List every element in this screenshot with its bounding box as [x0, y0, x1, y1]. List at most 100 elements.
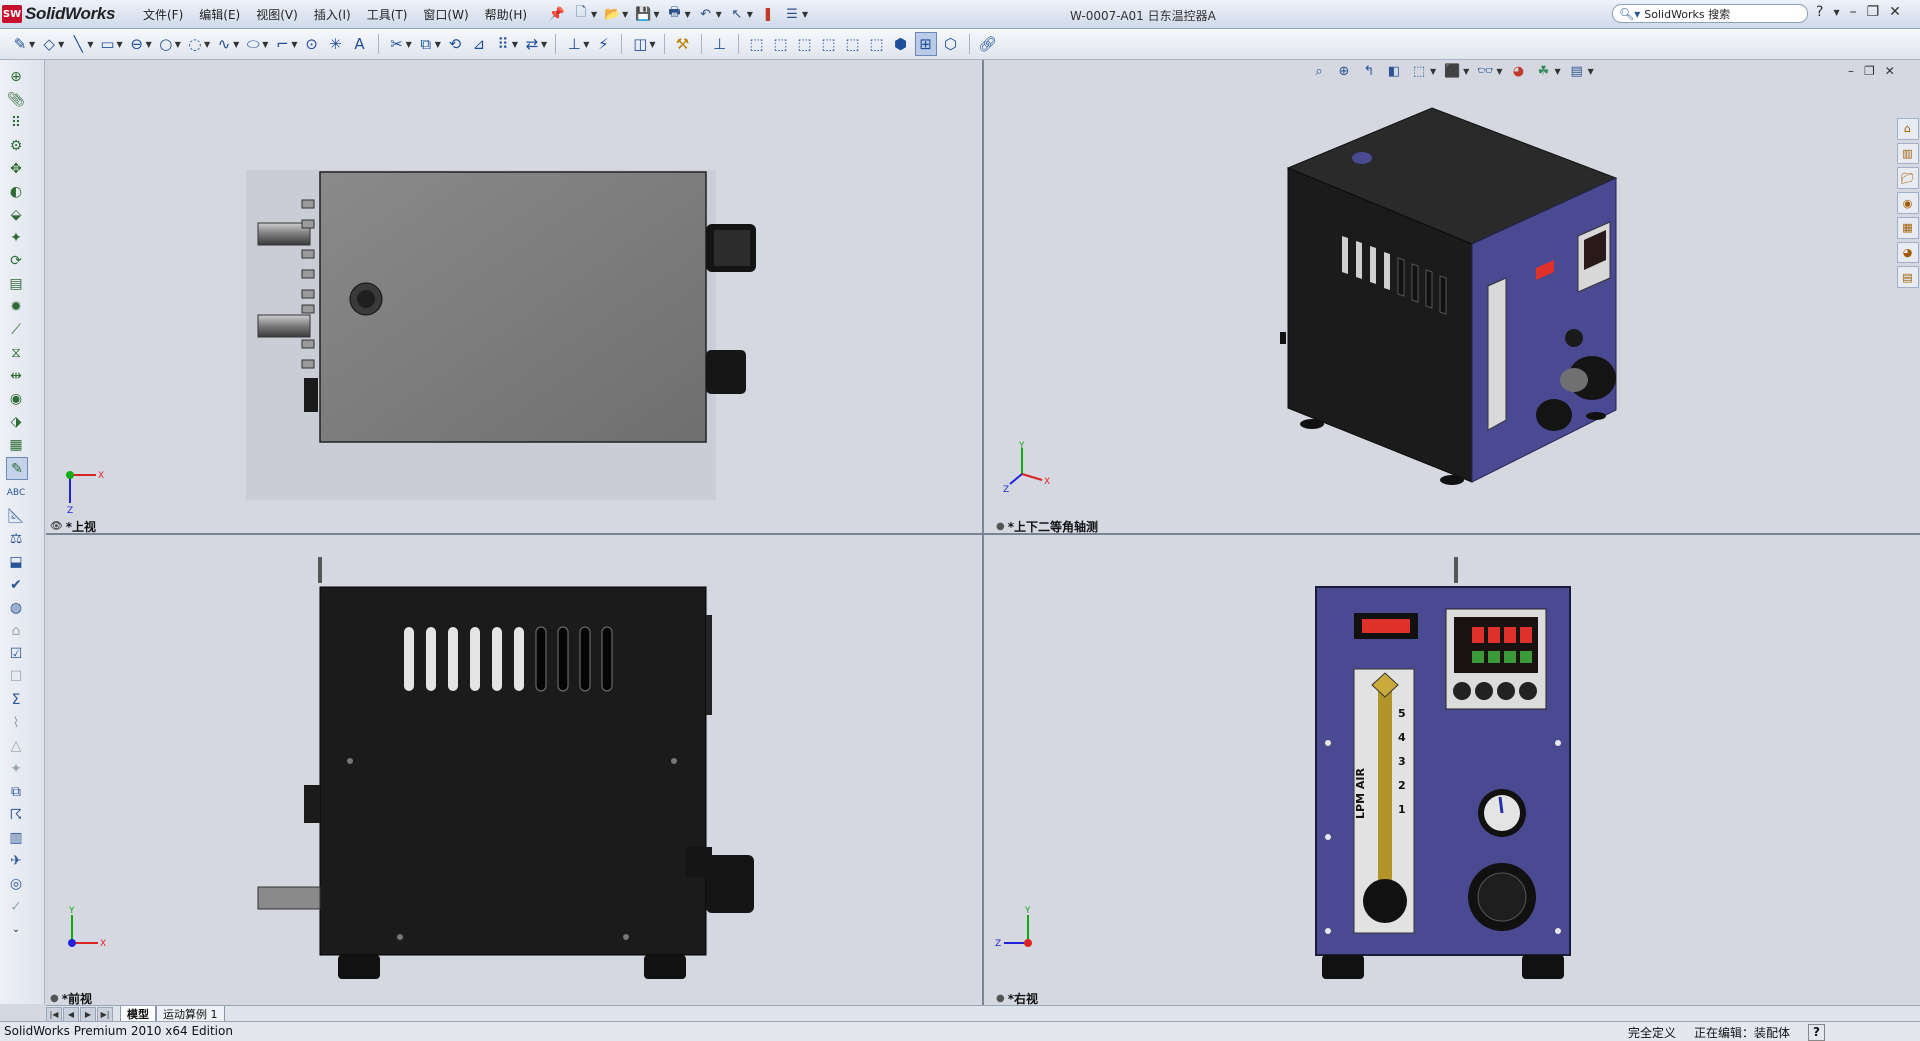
chevron-down-icon[interactable]: ▼ — [87, 40, 93, 49]
menu-help[interactable]: 帮助(H) — [478, 4, 534, 24]
assembly-features-icon[interactable]: ⬙ — [6, 204, 26, 225]
undo-icon[interactable]: ↶ — [697, 5, 715, 23]
mate-icon[interactable]: 📎︎ — [6, 89, 26, 110]
smart-fasteners-icon[interactable]: ⚙ — [6, 135, 26, 156]
ellipse-icon[interactable]: ⬭ — [243, 33, 263, 55]
instant3d-icon[interactable]: ⚒ — [673, 33, 693, 55]
point-icon[interactable]: ⊙ — [302, 33, 322, 55]
close-icon[interactable]: ✕ — [1885, 64, 1895, 78]
chevron-down-icon[interactable]: ▼ — [622, 10, 628, 19]
smart-dimension-icon[interactable]: ◇ — [39, 33, 59, 55]
simulation-icon[interactable]: ▥ — [6, 827, 26, 848]
geometry-analysis-icon[interactable]: ◍ — [6, 597, 26, 618]
new-document-icon[interactable]: 🗋 — [572, 5, 590, 23]
menu-edit[interactable]: 编辑(E) — [192, 4, 247, 24]
linear-component-pattern-icon[interactable]: ⠿ — [6, 112, 26, 133]
restore-icon[interactable]: ❐ — [1864, 64, 1875, 78]
search-box[interactable]: 🔍︎▾ SolidWorks 搜索 — [1612, 4, 1808, 23]
restore-icon[interactable]: ❐ — [1867, 4, 1880, 20]
import-diagnostics-icon[interactable]: ⌂ — [6, 620, 26, 641]
sketch-toggle-icon[interactable]: ✎ — [6, 457, 28, 480]
chevron-down-icon[interactable]: ▼ — [146, 40, 152, 49]
repair-sketch-icon[interactable]: ⚡ — [593, 33, 613, 55]
chevron-down-icon[interactable]: ▼ — [58, 40, 64, 49]
previous-tab-icon[interactable]: ◀ — [63, 1007, 79, 1022]
menu-window[interactable]: 窗口(W) — [416, 4, 475, 24]
chevron-down-icon[interactable]: ▼ — [512, 40, 518, 49]
mirror-icon[interactable]: ⊿ — [469, 33, 489, 55]
viewport-front[interactable]: ● *前视 Y X — [46, 535, 982, 1005]
chevron-down-icon[interactable]: ▼ — [541, 40, 547, 49]
convert-entities-icon[interactable]: ⧉ — [416, 33, 436, 55]
viewport-splitter-horizontal[interactable] — [46, 533, 1920, 535]
select-pointer-icon[interactable]: ↖ — [728, 5, 746, 23]
viewport-right[interactable]: LPM AIR 5 4 3 2 1 ● *右视 Y Z — [984, 535, 1920, 1005]
costing-icon[interactable]: ✓ — [6, 896, 26, 917]
bill-of-materials-icon[interactable]: ▤ — [6, 273, 26, 294]
view-top-icon[interactable]: ⬚ — [843, 33, 863, 55]
chevron-down-icon[interactable]: ▼ — [747, 10, 753, 19]
traffic-light-icon[interactable]: ❚ — [759, 5, 777, 23]
menu-view[interactable]: 视图(V) — [249, 4, 305, 24]
apply-scene-icon[interactable]: ☘ — [1534, 62, 1552, 80]
status-help-icon[interactable]: ? — [1808, 1024, 1825, 1041]
view-normal-to-icon[interactable]: ⬡ — [941, 33, 961, 55]
chevron-down-icon[interactable]: ▼ — [1833, 8, 1839, 17]
view-isometric-icon[interactable]: ⬢ — [891, 33, 911, 55]
symmetry-check-icon[interactable]: ✦ — [6, 758, 26, 779]
instant3d-icon[interactable]: ⬗ — [6, 411, 26, 432]
exploded-view-icon[interactable]: ✹ — [6, 296, 26, 317]
minimize-icon[interactable]: – — [1850, 4, 1857, 20]
print-icon[interactable]: 🖶 — [665, 5, 683, 23]
view-four-viewport-icon[interactable]: ⊞ — [914, 32, 937, 56]
chevron-down-icon[interactable]: ▼ — [291, 40, 297, 49]
chevron-down-icon[interactable]: ▼ — [1430, 67, 1436, 76]
view-left-icon[interactable]: ⬚ — [795, 33, 815, 55]
minimize-icon[interactable]: – — [1848, 64, 1854, 78]
chevron-down-icon[interactable]: ▼ — [649, 40, 655, 49]
first-tab-icon[interactable]: |◀ — [46, 1007, 62, 1022]
section-properties-icon[interactable]: ⬓ — [6, 551, 26, 572]
open-folder-icon[interactable]: 📂 — [603, 5, 621, 23]
view-front-icon[interactable]: ⬚ — [747, 33, 767, 55]
display-state-icon[interactable]: ● — [50, 993, 59, 1004]
interference-detection-icon[interactable]: ⧖ — [6, 342, 26, 363]
offset-icon[interactable]: ⟲ — [445, 33, 465, 55]
clearance-verification-icon[interactable]: ⇹ — [6, 365, 26, 386]
view-bottom-icon[interactable]: ⬚ — [867, 33, 887, 55]
save-icon[interactable]: 💾 — [634, 5, 652, 23]
chevron-down-icon[interactable]: ▼ — [716, 10, 722, 19]
compare-documents-icon[interactable]: ⧉ — [6, 781, 26, 802]
mass-properties-icon[interactable]: ⚖ — [6, 528, 26, 549]
chevron-down-icon[interactable]: ▼ — [29, 40, 35, 49]
chevron-down-icon[interactable]: ▼ — [435, 40, 441, 49]
chevron-down-icon[interactable]: ▼ — [406, 40, 412, 49]
previous-view-icon[interactable]: ↰ — [1360, 62, 1378, 80]
quick-snaps-icon[interactable]: ◫ — [630, 33, 650, 55]
display-style-icon[interactable]: ⬛ — [1443, 62, 1461, 80]
tab-model[interactable]: 模型 — [120, 1006, 156, 1022]
solidworks-resources-icon[interactable]: ⌂ — [1896, 118, 1919, 140]
linear-pattern-icon[interactable]: ⠿ — [493, 33, 513, 55]
sensor-icon[interactable]: ☐ — [6, 666, 26, 687]
tab-motion-study[interactable]: 运动算例 1 — [156, 1006, 225, 1022]
chevron-down-icon[interactable]: ▼ — [591, 10, 597, 19]
text-icon[interactable]: A — [350, 33, 370, 55]
trim-icon[interactable]: ✂ — [387, 33, 407, 55]
check-icon[interactable]: ✔ — [6, 574, 26, 595]
display-state-icon[interactable]: ● — [996, 993, 1005, 1004]
search-input[interactable]: SolidWorks 搜索 — [1644, 6, 1730, 22]
search-results-icon[interactable]: ◉ — [1896, 192, 1919, 214]
chevron-down-icon[interactable]: ▼ — [233, 40, 239, 49]
centerline-icon[interactable]: ✳ — [326, 33, 346, 55]
display-state-icon[interactable]: ● — [996, 521, 1005, 532]
chevron-down-icon[interactable]: ▼ — [262, 40, 268, 49]
hide-show-items-icon[interactable]: 👓︎ — [1476, 62, 1494, 80]
deviation-analysis-icon[interactable]: ☑ — [6, 643, 26, 664]
chevron-down-icon[interactable]: ▼ — [204, 40, 210, 49]
design-study-icon[interactable]: ☈ — [6, 804, 26, 825]
search-icon[interactable]: 🔍︎▾ — [1619, 7, 1640, 21]
appearances-icon[interactable]: ◕ — [1896, 241, 1919, 264]
move-component-icon[interactable]: ✥ — [6, 158, 26, 179]
view-settings-icon[interactable]: ▤ — [1568, 62, 1586, 80]
